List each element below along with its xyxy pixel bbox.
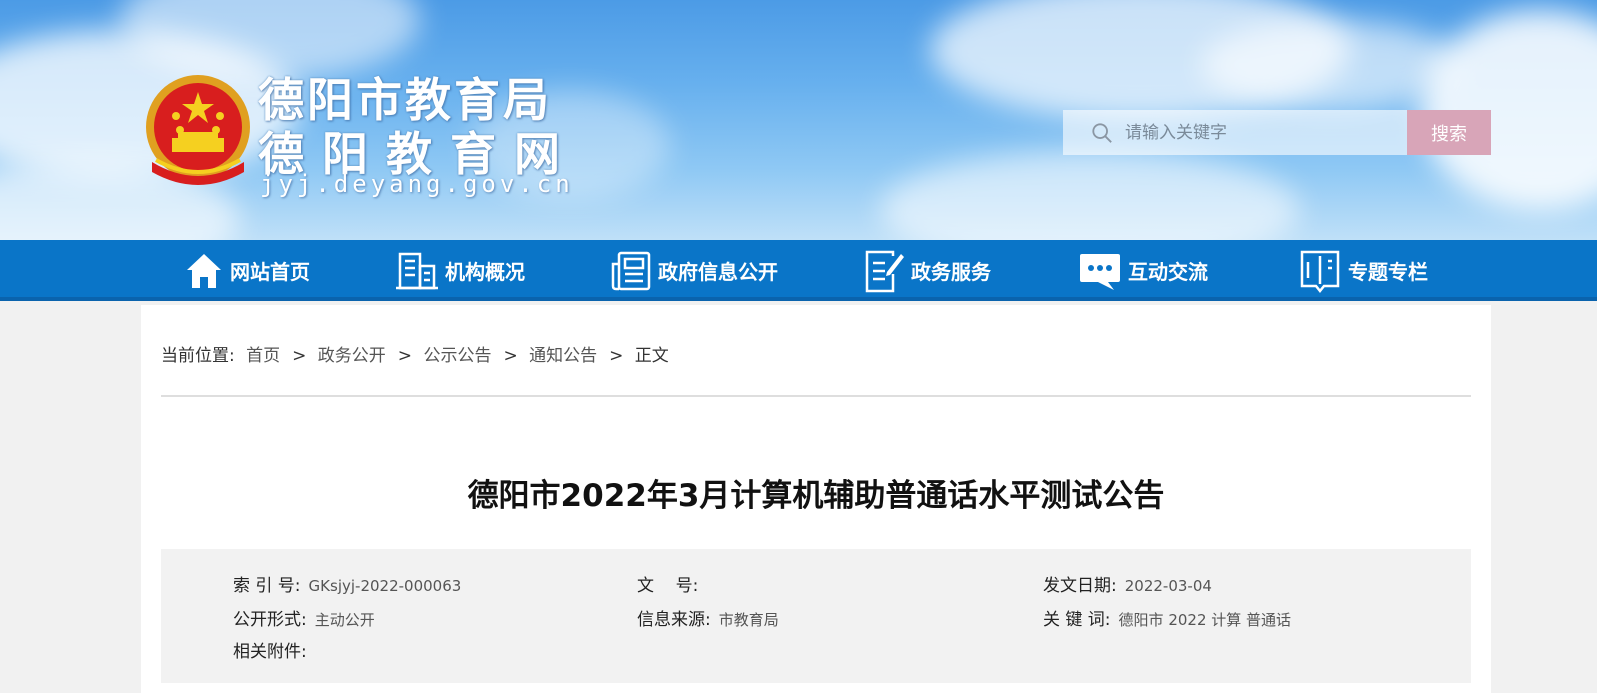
building-icon <box>396 252 438 289</box>
meta-attachments: 相关附件: <box>233 642 307 662</box>
nav-item-gov-services[interactable]: 政务服务 <box>863 240 991 301</box>
meta-info-source: 信息来源: 市教育局 <box>637 610 779 630</box>
nav-item-label: 机构概况 <box>445 260 525 284</box>
nav-item-home[interactable]: 网站首页 <box>184 240 310 301</box>
nav-item-interaction[interactable]: 互动交流 <box>1078 240 1208 301</box>
logo-url: jyj.deyang.gov.cn <box>260 170 574 198</box>
nav-item-label: 专题专栏 <box>1348 260 1428 284</box>
book-icon <box>1300 250 1340 293</box>
breadcrumb-item-gov-affairs[interactable]: 政务公开 <box>318 346 386 366</box>
meta-publish-date: 发文日期: 2022-03-04 <box>1043 576 1212 596</box>
newspaper-icon <box>611 251 651 290</box>
breadcrumb-prefix: 当前位置: <box>161 346 235 366</box>
article-title: 德阳市2022年3月计算机辅助普通话水平测试公告 <box>467 478 1165 514</box>
article-meta-panel: 索 引 号: GKsjyj-2022-000063 文 号: 发文日期: 2022-… <box>161 549 1471 683</box>
meta-document-number: 文 号: <box>637 576 699 596</box>
home-icon <box>187 253 221 288</box>
search-box <box>1063 110 1407 155</box>
search-button[interactable]: 搜索 <box>1407 110 1491 155</box>
breadcrumb-item-notices[interactable]: 通知公告 <box>529 346 597 366</box>
nav-item-special-topics[interactable]: 专题专栏 <box>1298 240 1428 301</box>
meta-keywords: 关 键 词: 德阳市 2022 计算 普通话 <box>1043 610 1292 630</box>
national-emblem-icon <box>146 75 250 185</box>
divider <box>161 395 1471 397</box>
breadcrumb-item-announcements[interactable]: 公示公告 <box>423 346 491 366</box>
breadcrumb: 当前位置: 首页 > 政务公开 > 公示公告 > 通知公告 > 正文 <box>161 346 669 366</box>
meta-index-number: 索 引 号: GKsjyj-2022-000063 <box>233 576 462 596</box>
chat-icon <box>1080 253 1120 290</box>
nav-item-label: 网站首页 <box>230 260 310 284</box>
main-nav: 网站首页 机构概况 政府信息公开 政务服务 互动交流 专题专栏 <box>0 240 1597 301</box>
nav-item-label: 政务服务 <box>911 260 991 284</box>
content-card: 当前位置: 首页 > 政务公开 > 公示公告 > 通知公告 > 正文 德阳市2022年3… <box>141 305 1491 693</box>
meta-disclosure-form: 公开形式: 主动公开 <box>233 610 375 630</box>
nav-item-label: 政府信息公开 <box>658 260 778 284</box>
search-icon <box>1092 122 1112 143</box>
nav-item-gov-info[interactable]: 政府信息公开 <box>610 240 778 301</box>
search-input[interactable] <box>1125 122 1395 143</box>
header-banner: 德阳市教育局 德阳教育网 jyj.deyang.gov.cn 搜索 <box>0 0 1597 240</box>
nav-item-label: 互动交流 <box>1128 260 1208 284</box>
breadcrumb-item-home[interactable]: 首页 <box>246 346 280 366</box>
document-edit-icon <box>865 250 904 292</box>
nav-item-organization[interactable]: 机构概况 <box>395 240 525 301</box>
breadcrumb-item-current: 正文 <box>634 346 669 366</box>
